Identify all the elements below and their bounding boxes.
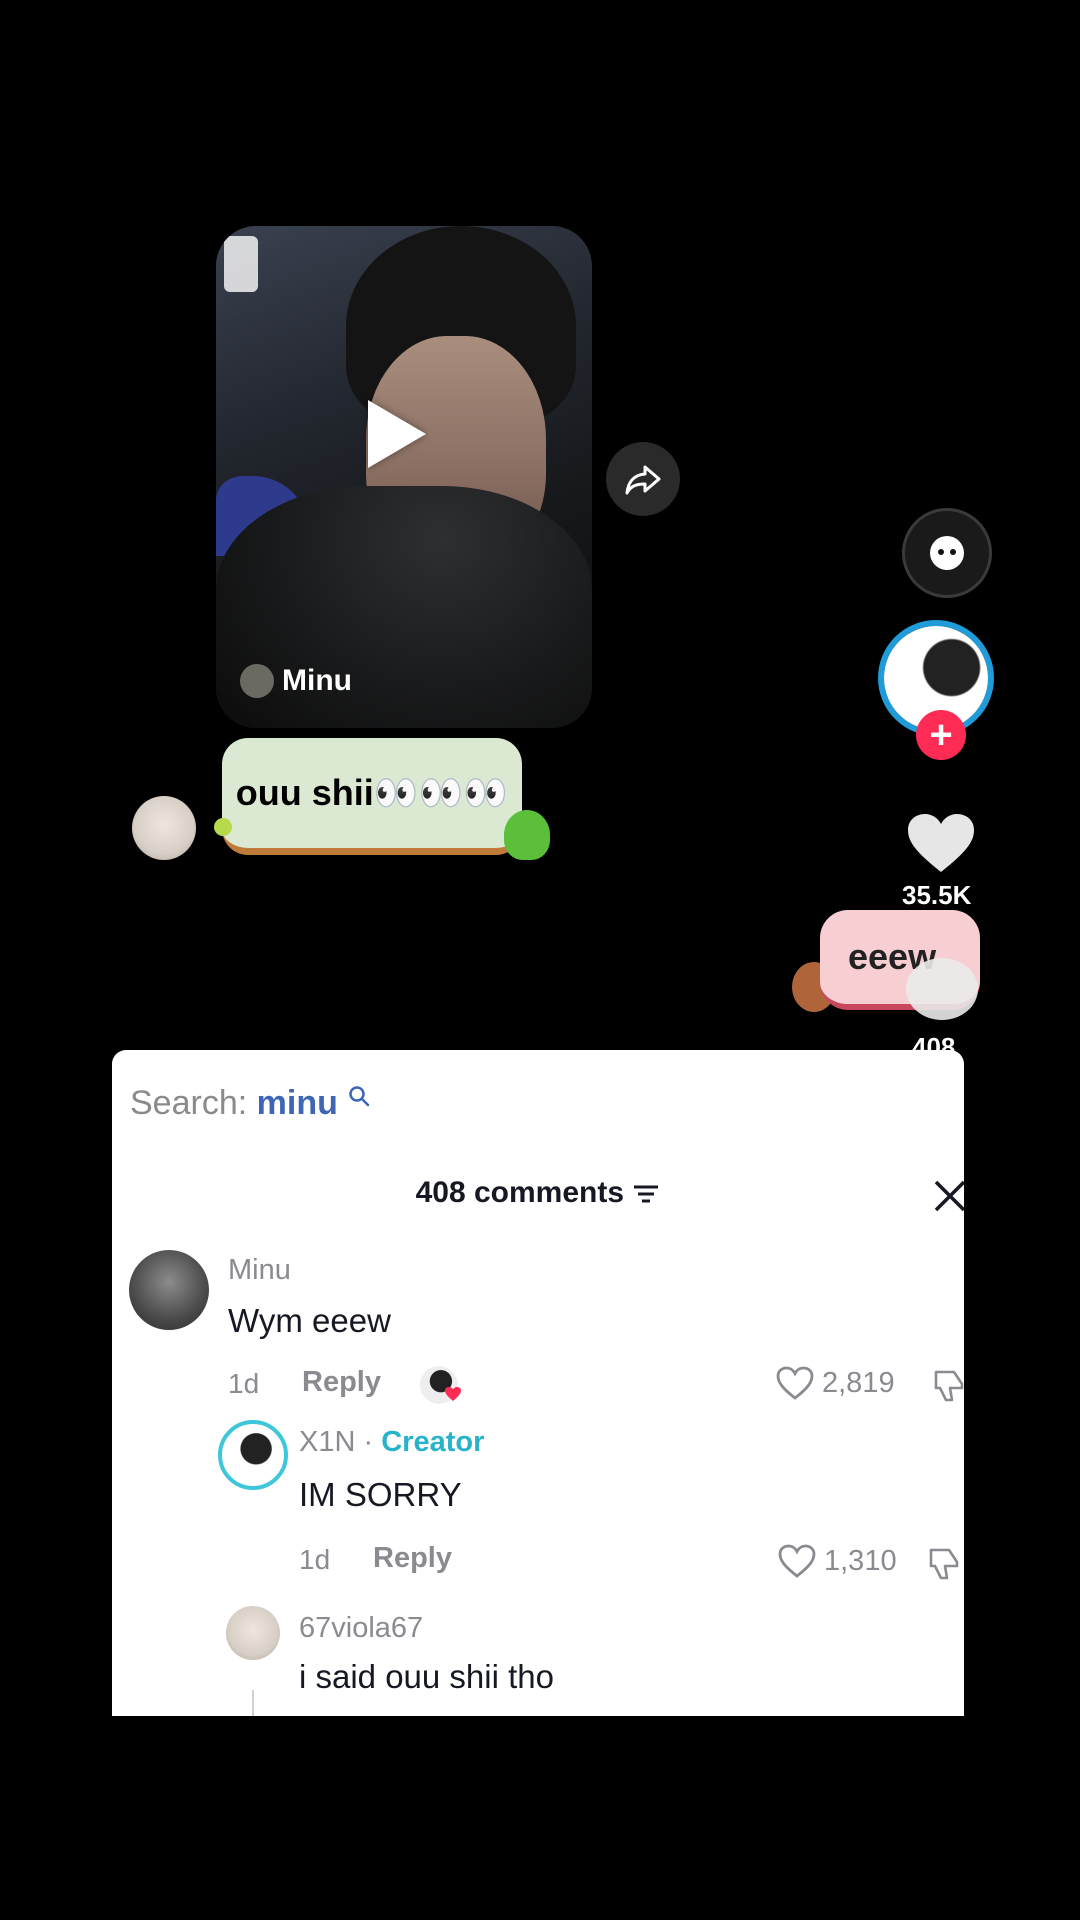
reply-button[interactable]: Reply: [302, 1366, 381, 1399]
comments-header: 408 comments: [112, 1176, 964, 1210]
sticker-comment-bubble: ouu shii👀👀👀: [222, 738, 522, 855]
search-label: Search:: [130, 1084, 248, 1122]
creator-separator: ·: [363, 1426, 374, 1458]
dislike-icon[interactable]: [927, 1546, 963, 1582]
share-icon: [625, 465, 661, 495]
play-icon[interactable]: [368, 400, 426, 468]
chat-face-icon: [930, 536, 964, 570]
heart-outline-icon: [776, 1366, 814, 1400]
comment-avatar[interactable]: [129, 1250, 209, 1330]
comments-count-title: 408 comments: [415, 1176, 625, 1209]
comment-username[interactable]: 67viola67: [299, 1612, 423, 1645]
sticker-comment-avatar[interactable]: [132, 796, 196, 860]
comment-icon[interactable]: [906, 958, 978, 1020]
comment-text: i said ouu shii tho: [299, 1658, 554, 1695]
comment-search-suggestion[interactable]: Search: minu: [130, 1084, 371, 1123]
search-term[interactable]: minu: [257, 1084, 338, 1122]
comment-username[interactable]: X1N · Creator: [299, 1426, 484, 1459]
comment-text: IM SORRY: [299, 1476, 462, 1513]
video-author-avatar: [240, 664, 274, 698]
close-icon[interactable]: [930, 1176, 964, 1216]
creator-username[interactable]: X1N: [299, 1426, 355, 1458]
comment-age: 1d: [299, 1544, 331, 1575]
comment-text: Wym eeew: [228, 1302, 391, 1339]
dislike-icon[interactable]: [932, 1368, 964, 1404]
video-thumbnail-card[interactable]: Minu: [216, 226, 592, 728]
like-count: 35.5K: [902, 880, 972, 910]
sprout-sticker-icon: [214, 818, 232, 836]
creator-heart-icon: [445, 1387, 461, 1401]
search-comment-icon[interactable]: [902, 508, 992, 598]
comment-avatar[interactable]: [226, 1606, 280, 1660]
comment-username[interactable]: Minu: [228, 1254, 291, 1287]
sort-filter-icon[interactable]: [632, 1182, 660, 1206]
heart-icon[interactable]: [906, 812, 976, 874]
comment-like-count: 1,310: [824, 1544, 897, 1577]
heart-outline-icon: [778, 1544, 816, 1578]
search-icon: [349, 1086, 370, 1107]
frog-sticker-icon: [504, 810, 550, 860]
thread-line: [252, 1690, 254, 1716]
video-author[interactable]: Minu: [240, 664, 352, 698]
comment-like[interactable]: 2,819: [776, 1366, 895, 1400]
comments-sheet: Search: minu 408 comments Minu Wym eeew …: [112, 1050, 964, 1716]
comment-avatar-creator[interactable]: [218, 1420, 288, 1490]
comment-age: 1d: [228, 1368, 260, 1399]
video-background-light: [224, 236, 258, 292]
comment-like-count: 2,819: [822, 1366, 895, 1399]
reply-button[interactable]: Reply: [373, 1542, 452, 1575]
share-button[interactable]: [606, 442, 680, 516]
comment-like[interactable]: 1,310: [778, 1544, 897, 1578]
creator-badge: Creator: [381, 1426, 485, 1458]
sticker-comment-text: ouu shii👀👀👀: [235, 772, 509, 813]
video-author-name: Minu: [282, 664, 352, 697]
follow-button[interactable]: +: [916, 710, 966, 760]
